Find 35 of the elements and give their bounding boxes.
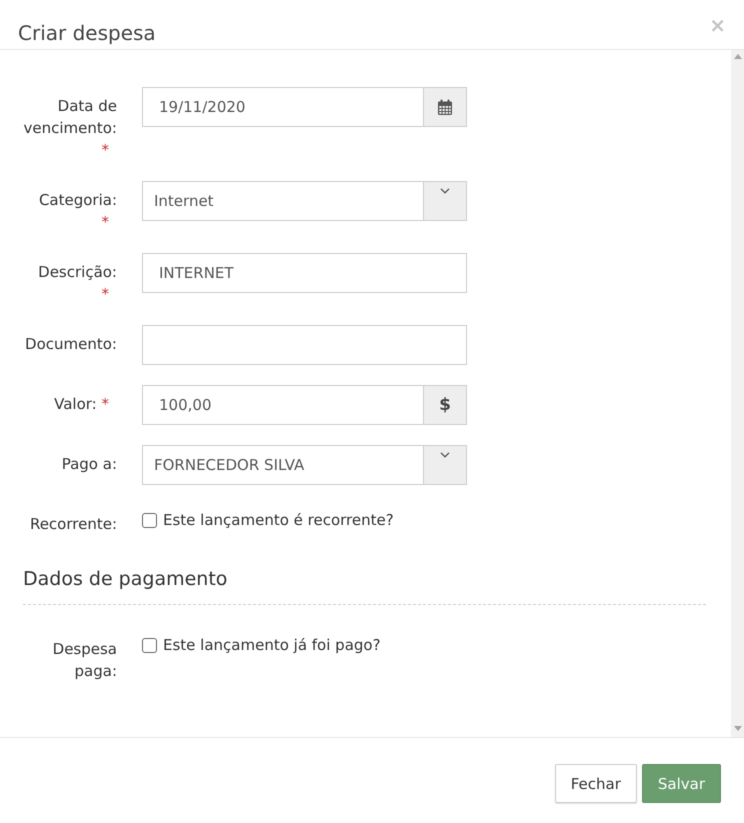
scroll-down-icon[interactable] xyxy=(734,726,742,731)
calendar-icon xyxy=(437,99,453,115)
checkbox-label[interactable]: Este lançamento é recorrente? xyxy=(163,509,394,531)
required-asterisk: * xyxy=(102,212,109,233)
chevron-down-icon xyxy=(440,188,450,194)
dropdown-button[interactable] xyxy=(424,445,467,485)
field-label: Documento: xyxy=(25,335,117,353)
required-asterisk: * xyxy=(102,140,109,161)
text-field[interactable]: INTERNET xyxy=(142,253,467,293)
select-field[interactable]: FORNECEDOR SILVA xyxy=(142,445,424,485)
field-label: Categoria: xyxy=(38,191,117,209)
currency-addon: $ xyxy=(424,385,467,425)
checkbox[interactable] xyxy=(142,512,157,528)
checkbox-label[interactable]: Este lançamento já foi pago? xyxy=(163,634,381,656)
field-label: Despesa paga: xyxy=(52,640,117,680)
select-field[interactable]: Internet xyxy=(142,181,424,221)
scrollbar[interactable] xyxy=(731,50,744,737)
field-label: Valor: xyxy=(54,395,97,413)
checkbox[interactable] xyxy=(142,638,157,652)
modal-title: Criar despesa xyxy=(18,20,156,46)
required-asterisk: * xyxy=(102,284,109,305)
chevron-down-icon xyxy=(440,452,450,458)
calendar-button[interactable] xyxy=(424,87,467,127)
dropdown-button[interactable] xyxy=(424,181,467,221)
scroll-up-icon[interactable] xyxy=(734,54,742,59)
field-label: Data de vencimento: xyxy=(24,97,117,137)
section-heading: Dados de pagamento xyxy=(23,567,228,592)
field-label: Descrição: xyxy=(38,263,117,281)
text-field[interactable] xyxy=(142,325,467,365)
amount-field[interactable]: 100,00 xyxy=(142,385,424,425)
required-asterisk: * xyxy=(102,394,109,415)
field-label: Pago a: xyxy=(62,455,117,473)
field-label: Recorrente: xyxy=(30,515,117,533)
date-field[interactable]: 19/11/2020 xyxy=(142,87,424,127)
close-dialog-button[interactable]: Fechar xyxy=(554,764,637,803)
